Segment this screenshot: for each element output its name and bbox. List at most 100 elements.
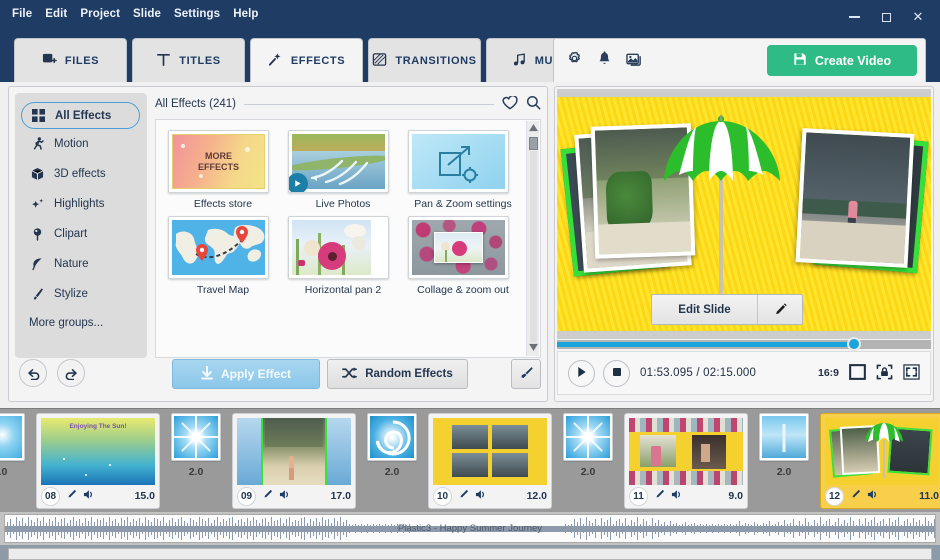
gear-icon[interactable] [566, 50, 583, 70]
speaker-icon[interactable] [279, 489, 291, 503]
sidebar-item-clipart[interactable]: Clipart [15, 219, 147, 249]
transition-duration: 2.0 [188, 466, 204, 478]
slide-thumbnail [825, 418, 939, 485]
menu-item-edit[interactable]: Edit [45, 8, 67, 20]
sidebar-item-label: Stylize [54, 288, 88, 300]
play-button[interactable] [568, 359, 595, 387]
maximize-button[interactable] [872, 6, 900, 28]
timeline-slide-08[interactable]: Enjoying The Sun! 08 15.0 [36, 413, 160, 509]
slide-duration: 12.0 [526, 490, 547, 502]
timeline-track: 1.0 Enjoying The Sun! 08 [0, 413, 940, 509]
heart-icon[interactable] [502, 94, 518, 113]
effects-grid-container: MORE EFFECTS Effects store Live Photos P… [155, 119, 541, 358]
create-video-button[interactable]: Create Video [767, 45, 917, 76]
tab-transitions[interactable]: TRANSITIONS [368, 38, 481, 82]
search-icon[interactable] [526, 95, 541, 113]
timeline-transition-1[interactable]: 2.0 [168, 413, 224, 491]
menu-item-file[interactable]: File [12, 8, 32, 20]
aspect-ratio-label: 16:9 [817, 367, 839, 379]
sidebar-more-groups[interactable]: More groups... [15, 317, 147, 329]
effect-item-pan-zoom-settings[interactable]: Pan & Zoom settings [408, 130, 528, 210]
bell-icon[interactable] [597, 50, 612, 70]
timeline-slide-10[interactable]: 10 12.0 [428, 413, 552, 509]
speaker-icon[interactable] [671, 489, 683, 503]
sidebar-item-all-effects[interactable]: All Effects [21, 102, 140, 129]
menu-item-project[interactable]: Project [80, 8, 120, 20]
audio-track[interactable]: Plastic3 - Happy Summer Journey [0, 512, 940, 545]
timeline-transition-lead[interactable]: 1.0 [0, 413, 28, 491]
minimize-button[interactable] [840, 6, 868, 28]
scrollbar-thumb[interactable] [529, 137, 538, 150]
menu-item-settings[interactable]: Settings [174, 8, 220, 20]
slide-info-row: 10 12.0 [433, 486, 547, 506]
effects-panel: All Effects Motion 3D effects Highlights… [8, 86, 548, 402]
sidebar-item-highlights[interactable]: Highlights [15, 189, 147, 219]
speaker-icon[interactable] [867, 489, 879, 503]
pencil-icon[interactable] [654, 489, 665, 503]
slide-number: 08 [41, 486, 60, 506]
tab-effects[interactable]: EFFECTS [250, 38, 363, 82]
sidebar-item-nature[interactable]: Nature [15, 249, 147, 279]
close-button[interactable]: ✕ [904, 6, 932, 28]
window-controls: ✕ [840, 6, 932, 28]
stop-button[interactable] [603, 359, 630, 387]
effect-item-live-photos[interactable]: Live Photos [288, 130, 408, 210]
timeline-transition-2[interactable]: 2.0 [364, 413, 420, 491]
sidebar-item-3d-effects[interactable]: 3D effects [15, 159, 147, 189]
fullscreen-icon[interactable] [903, 363, 920, 383]
sidebar-item-label: 3D effects [54, 168, 106, 180]
header-divider [243, 103, 494, 105]
scroll-up-arrow[interactable] [528, 123, 538, 135]
scrollbar-track[interactable] [530, 151, 537, 342]
apply-effect-button[interactable]: Apply Effect [172, 359, 320, 389]
timeline-slide-12[interactable]: 12 11.0 [820, 413, 940, 509]
pencil-icon[interactable] [758, 302, 802, 318]
lock-frame-icon[interactable] [876, 364, 893, 383]
tab-files[interactable]: FILES [14, 38, 127, 82]
random-effects-button[interactable]: Random Effects [327, 359, 468, 389]
preview-seekbar[interactable] [557, 337, 931, 351]
gallery-icon[interactable] [626, 51, 643, 70]
effect-item-effects-store[interactable]: MORE EFFECTS Effects store [168, 130, 288, 210]
effect-item-collage-zoom-out[interactable]: Collage & zoom out [408, 216, 528, 296]
timeline[interactable]: 1.0 Enjoying The Sun! 08 [0, 408, 940, 512]
menu-item-slide[interactable]: Slide [133, 8, 161, 20]
seekbar-handle[interactable] [847, 337, 861, 351]
effects-scrollbar[interactable] [526, 121, 539, 356]
effects-icon [268, 52, 283, 70]
transition-thumbnail [0, 413, 25, 461]
preview-canvas[interactable]: Edit Slide [557, 97, 931, 331]
speaker-icon[interactable] [475, 489, 487, 503]
transition-duration: 2.0 [580, 466, 596, 478]
scroll-down-arrow[interactable] [528, 342, 538, 354]
menu-item-help[interactable]: Help [233, 8, 258, 20]
pencil-icon[interactable] [850, 489, 861, 503]
timeline-slide-11[interactable]: 11 9.0 [624, 413, 748, 509]
transition-thumbnail [367, 413, 417, 461]
timeline-slide-09[interactable]: 09 17.0 [232, 413, 356, 509]
sidebar-item-motion[interactable]: Motion [15, 129, 147, 159]
edit-slide-button[interactable]: Edit Slide [651, 294, 803, 325]
pencil-icon[interactable] [66, 489, 77, 503]
undo-button[interactable] [19, 359, 47, 387]
timeline-transition-4[interactable]: 2.0 [756, 413, 812, 491]
redo-button[interactable] [57, 359, 85, 387]
timeline-transition-3[interactable]: 2.0 [560, 413, 616, 491]
slide-duration: 17.0 [330, 490, 351, 502]
pencil-icon[interactable] [458, 489, 469, 503]
clear-effects-button[interactable] [511, 359, 541, 389]
leaf-icon [29, 257, 45, 271]
effect-item-horizontal-pan-2[interactable]: Horizontal pan 2 [288, 216, 408, 296]
transitions-icon [372, 52, 387, 70]
speaker-icon[interactable] [83, 489, 95, 503]
pencil-icon[interactable] [262, 489, 273, 503]
aspect-frame-icon[interactable] [849, 363, 866, 383]
player-controls: 01:53.095 / 02:15.000 16:9 [557, 351, 931, 395]
files-icon [42, 52, 57, 70]
tab-titles[interactable]: TITLES [132, 38, 245, 82]
transition-duration: 1.0 [0, 466, 8, 478]
sidebar-item-stylize[interactable]: Stylize [15, 279, 147, 309]
audio-waveform[interactable]: Plastic3 - Happy Summer Journey [4, 514, 936, 543]
effect-item-travel-map[interactable]: Travel Map [168, 216, 288, 296]
effects-browser: All Effects (241) MORE EFFECTS Effects s… [155, 93, 541, 358]
